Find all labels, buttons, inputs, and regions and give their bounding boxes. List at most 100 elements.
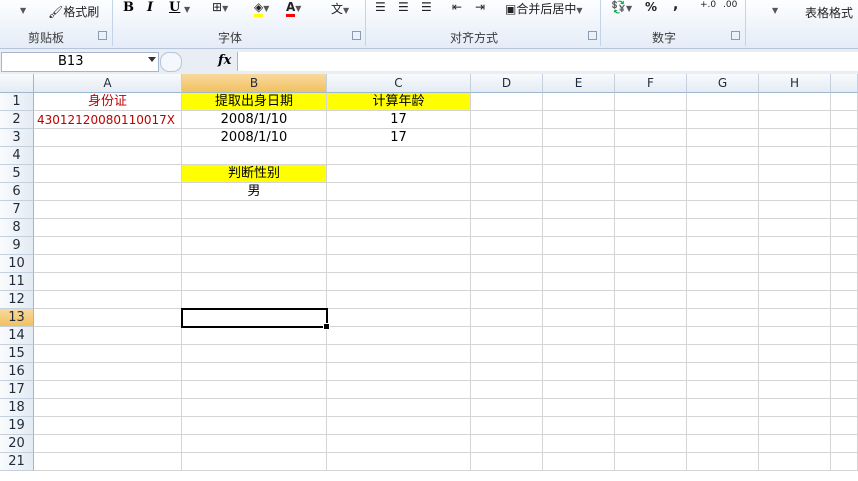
cell-b3[interactable]: 2008/1/10 <box>182 129 327 147</box>
cell-overflow[interactable] <box>831 165 858 183</box>
cell-a15[interactable] <box>34 345 182 363</box>
cell-h9[interactable] <box>759 237 831 255</box>
cell-f6[interactable] <box>615 183 687 201</box>
percent-button[interactable]: % <box>645 0 657 14</box>
cell-h17[interactable] <box>759 381 831 399</box>
cell-f2[interactable] <box>615 111 687 129</box>
cell-c3[interactable]: 17 <box>327 129 471 147</box>
cell-b11[interactable] <box>182 273 327 291</box>
cell-c6[interactable] <box>327 183 471 201</box>
cell-f10[interactable] <box>615 255 687 273</box>
cell-b16[interactable] <box>182 363 327 381</box>
cell-g15[interactable] <box>687 345 759 363</box>
cell-g20[interactable] <box>687 435 759 453</box>
cell-g3[interactable] <box>687 129 759 147</box>
fill-handle[interactable] <box>323 323 330 330</box>
cell-b2[interactable]: 2008/1/10 <box>182 111 327 129</box>
row-header-19[interactable]: 19 <box>0 417 34 435</box>
underline-dropdown-icon[interactable]: ▼ <box>184 1 190 15</box>
align-center-icon[interactable]: ☰ <box>398 0 409 14</box>
cell-d18[interactable] <box>471 399 543 417</box>
cell-d14[interactable] <box>471 327 543 345</box>
cell-a20[interactable] <box>34 435 182 453</box>
cell-a3[interactable] <box>34 129 182 147</box>
cell-g10[interactable] <box>687 255 759 273</box>
cell-e1[interactable] <box>543 93 615 111</box>
row-header-4[interactable]: 4 <box>0 147 34 165</box>
row-header-2[interactable]: 2 <box>0 111 34 129</box>
decrease-indent-icon[interactable]: ⇤ <box>452 0 462 14</box>
row-header-21[interactable]: 21 <box>0 453 34 471</box>
cell-e13[interactable] <box>543 309 615 327</box>
cell-h4[interactable] <box>759 147 831 165</box>
cell-h2[interactable] <box>759 111 831 129</box>
cell-overflow[interactable] <box>831 147 858 165</box>
align-right-icon[interactable]: ☰ <box>421 0 432 14</box>
cell-e19[interactable] <box>543 417 615 435</box>
cell-e12[interactable] <box>543 291 615 309</box>
cell-f18[interactable] <box>615 399 687 417</box>
cell-c11[interactable] <box>327 273 471 291</box>
cell-e6[interactable] <box>543 183 615 201</box>
cell-e10[interactable] <box>543 255 615 273</box>
cell-c16[interactable] <box>327 363 471 381</box>
cell-overflow[interactable] <box>831 273 858 291</box>
cell-h16[interactable] <box>759 363 831 381</box>
row-header-18[interactable]: 18 <box>0 399 34 417</box>
formula-input[interactable] <box>237 52 858 71</box>
underline-button[interactable]: U <box>169 0 180 15</box>
cell-overflow[interactable] <box>831 219 858 237</box>
cell-h6[interactable] <box>759 183 831 201</box>
cell-h11[interactable] <box>759 273 831 291</box>
cell-overflow[interactable] <box>831 291 858 309</box>
cell-f4[interactable] <box>615 147 687 165</box>
row-header-20[interactable]: 20 <box>0 435 34 453</box>
cell-a10[interactable] <box>34 255 182 273</box>
cell-b9[interactable] <box>182 237 327 255</box>
column-header-g[interactable]: G <box>687 74 759 93</box>
comma-button[interactable]: , <box>673 0 678 13</box>
cell-d1[interactable] <box>471 93 543 111</box>
cell-b6[interactable]: 男 <box>182 183 327 201</box>
column-header-e[interactable]: E <box>543 74 615 93</box>
cell-a6[interactable] <box>34 183 182 201</box>
cell-a2[interactable]: 43012120080110017X <box>34 111 182 129</box>
row-header-10[interactable]: 10 <box>0 255 34 273</box>
cell-a8[interactable] <box>34 219 182 237</box>
cell-c12[interactable] <box>327 291 471 309</box>
column-header-h[interactable]: H <box>759 74 831 93</box>
name-box-dropdown-icon[interactable] <box>148 57 156 62</box>
cell-d6[interactable] <box>471 183 543 201</box>
cell-b19[interactable] <box>182 417 327 435</box>
cell-c14[interactable] <box>327 327 471 345</box>
cell-g17[interactable] <box>687 381 759 399</box>
cell-f14[interactable] <box>615 327 687 345</box>
alignment-launcher-icon[interactable] <box>588 31 597 40</box>
row-header-11[interactable]: 11 <box>0 273 34 291</box>
formula-bar-grip-icon[interactable] <box>160 52 182 72</box>
cell-a11[interactable] <box>34 273 182 291</box>
cell-e16[interactable] <box>543 363 615 381</box>
cell-a17[interactable] <box>34 381 182 399</box>
cell-f13[interactable] <box>615 309 687 327</box>
cell-a16[interactable] <box>34 363 182 381</box>
cell-d19[interactable] <box>471 417 543 435</box>
cell-overflow[interactable] <box>831 309 858 327</box>
cell-b12[interactable] <box>182 291 327 309</box>
decrease-decimal-icon[interactable]: .00 <box>723 0 737 10</box>
column-header-next[interactable] <box>831 74 858 93</box>
cell-b5[interactable]: 判断性别 <box>182 165 327 183</box>
row-header-3[interactable]: 3 <box>0 129 34 147</box>
cell-f21[interactable] <box>615 453 687 471</box>
cell-b4[interactable] <box>182 147 327 165</box>
cell-b17[interactable] <box>182 381 327 399</box>
cell-c9[interactable] <box>327 237 471 255</box>
cell-overflow[interactable] <box>831 381 858 399</box>
cell-g11[interactable] <box>687 273 759 291</box>
cell-d4[interactable] <box>471 147 543 165</box>
row-header-7[interactable]: 7 <box>0 201 34 219</box>
cell-e3[interactable] <box>543 129 615 147</box>
cell-b1[interactable]: 提取出身日期 <box>182 93 327 111</box>
cell-h8[interactable] <box>759 219 831 237</box>
cell-overflow[interactable] <box>831 93 858 111</box>
